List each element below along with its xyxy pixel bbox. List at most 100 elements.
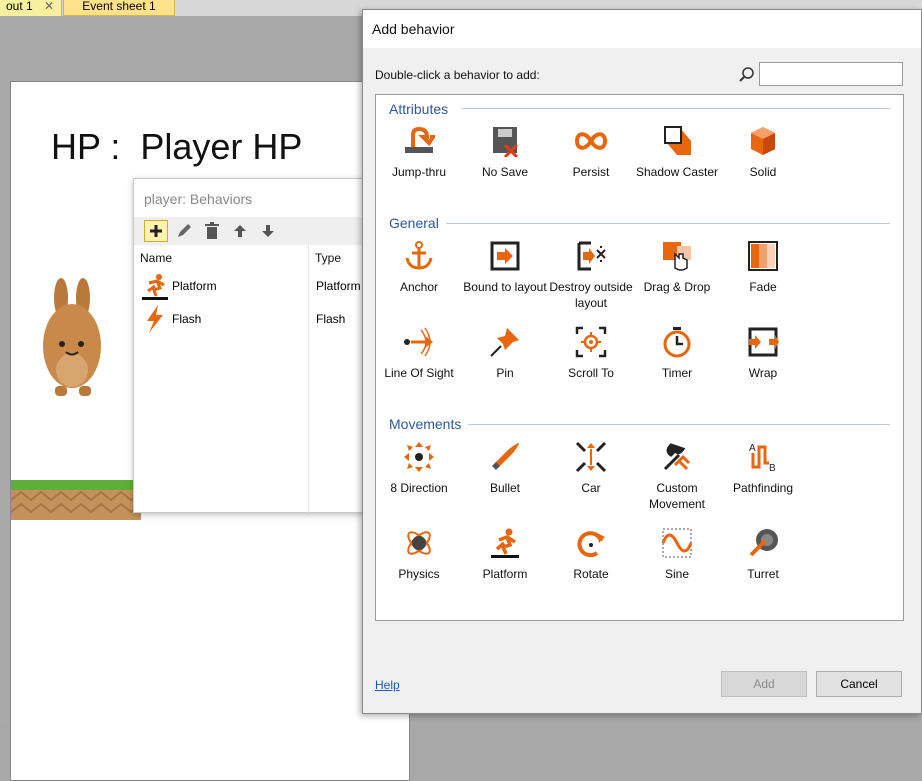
platform-icon [491,528,519,558]
behavior-shadow-caster[interactable]: Shadow Caster [634,125,720,180]
ground-tile[interactable] [11,480,141,520]
car-icon [575,441,607,473]
physics-icon [407,531,431,555]
behavior-drag-drop[interactable]: Drag & Drop [634,240,720,295]
behavior-label: Turret [747,567,779,581]
move-down-button[interactable] [256,220,280,242]
scroll-to-icon [575,326,607,358]
behavior-persist[interactable]: Persist [548,125,634,180]
behavior-label: Timer [661,366,693,380]
add-behavior-button[interactable] [144,220,168,242]
column-name[interactable]: Name [140,251,172,265]
custom-movement-icon [663,443,691,471]
behavior-label: Scroll To [568,366,614,380]
add-button[interactable]: Add [721,671,807,697]
destroy-outside-layout-icon [577,241,606,271]
close-icon[interactable]: ✕ [44,0,54,12]
column-type[interactable]: Type [315,251,341,265]
line-of-sight-icon [404,327,433,357]
behavior-row-flash[interactable]: Flash Flash [138,304,374,334]
behavior-label: Bound to layout [463,280,547,294]
grass-strip [11,480,141,490]
behavior-pathfinding[interactable]: A B Pathfinding [720,441,806,496]
category-divider [468,424,890,425]
behavior-type: Platform [316,279,361,293]
svg-text:A: A [749,443,756,454]
pencil-icon [178,224,191,237]
fade-icon [748,241,778,271]
sine-icon [661,528,693,558]
arrow-up-icon [234,225,246,237]
behavior-label: Pathfinding [732,481,794,495]
edit-behavior-button[interactable] [172,220,196,242]
bound-to-layout-icon [490,241,520,271]
behavior-no-save[interactable]: No Save [462,125,548,180]
behavior-label: Rotate [573,567,609,581]
dirt-pattern [11,490,141,520]
behavior-label: Shadow Caster [635,165,719,179]
solid-icon [751,127,775,155]
behavior-8-direction[interactable]: 8 Direction [376,441,462,496]
behavior-label: No Save [481,165,529,179]
behavior-physics[interactable]: Physics [376,527,462,582]
timer-icon [663,327,691,358]
behavior-custom-movement[interactable]: Custom Movement [634,441,720,512]
behavior-anchor[interactable]: Anchor [376,240,462,295]
behaviors-panel: player: Behaviors Name Type Platform Pla… [133,178,374,513]
behavior-bullet[interactable]: Bullet [462,441,548,496]
tab-label: out 1 [6,0,33,13]
persist-icon [574,132,608,150]
behavior-label: Wrap [748,366,778,380]
behavior-name: Flash [172,312,202,326]
wrap-icon [748,327,779,357]
turret-icon [749,529,778,557]
behavior-label: Platform [482,567,528,581]
behavior-car[interactable]: Car [548,441,634,496]
add-behavior-dialog: Add behavior Double-click a behavior to … [362,9,922,714]
behavior-pin[interactable]: Pin [462,326,548,381]
behavior-label: Persist [572,165,610,179]
player-sprite[interactable] [41,278,111,408]
help-link[interactable]: Help [375,678,400,692]
panel-title: player: Behaviors [144,191,253,207]
behavior-label: 8 Direction [390,481,448,495]
behavior-wrap[interactable]: Wrap [720,326,806,381]
behavior-rotate[interactable]: Rotate [548,527,634,582]
behavior-scroll-to[interactable]: Scroll To [548,326,634,381]
tab-layout[interactable]: out 1 ✕ [0,0,62,16]
svg-text:B: B [769,463,776,473]
behavior-turret[interactable]: Turret [720,527,806,582]
behavior-label: Pin [496,366,514,380]
behavior-label: Sine [664,567,690,581]
shadow-caster-icon [664,126,691,155]
platform-icon [142,274,168,300]
behavior-line-of-sight[interactable]: Line Of Sight [376,326,462,381]
behavior-label: Destroy outside layout [549,280,633,310]
behavior-fade[interactable]: Fade [720,240,806,295]
hp-text-object[interactable]: HP : Player HP [51,126,302,168]
behavior-label: Solid [749,165,777,179]
delete-behavior-button[interactable] [200,220,224,242]
tab-event-sheet[interactable]: Event sheet 1 [63,0,175,16]
behavior-row-platform[interactable]: Platform Platform [138,271,374,301]
behavior-type: Flash [316,312,346,326]
jump-thru-icon [405,126,437,153]
behavior-platform[interactable]: Platform [462,527,548,582]
behavior-list: Attributes Jump-thru No Save Persist Sha… [375,94,904,621]
behavior-jump-thru[interactable]: Jump-thru [376,125,462,180]
search-icon [739,67,754,82]
cancel-button[interactable]: Cancel [816,671,902,697]
behavior-solid[interactable]: Solid [720,125,806,180]
dialog-hint: Double-click a behavior to add: [375,68,540,82]
behavior-destroy-outside-layout[interactable]: Destroy outside layout [548,240,634,311]
behavior-label: Anchor [399,280,439,294]
category-divider [446,223,890,224]
plus-icon [150,225,162,237]
move-up-button[interactable] [228,220,252,242]
behavior-timer[interactable]: Timer [634,326,720,381]
behavior-label: Custom Movement [648,481,706,511]
dialog-title: Add behavior [363,10,921,48]
behavior-bound-to-layout[interactable]: Bound to layout [462,240,548,295]
search-input[interactable] [759,62,903,86]
behavior-sine[interactable]: Sine [634,527,720,582]
